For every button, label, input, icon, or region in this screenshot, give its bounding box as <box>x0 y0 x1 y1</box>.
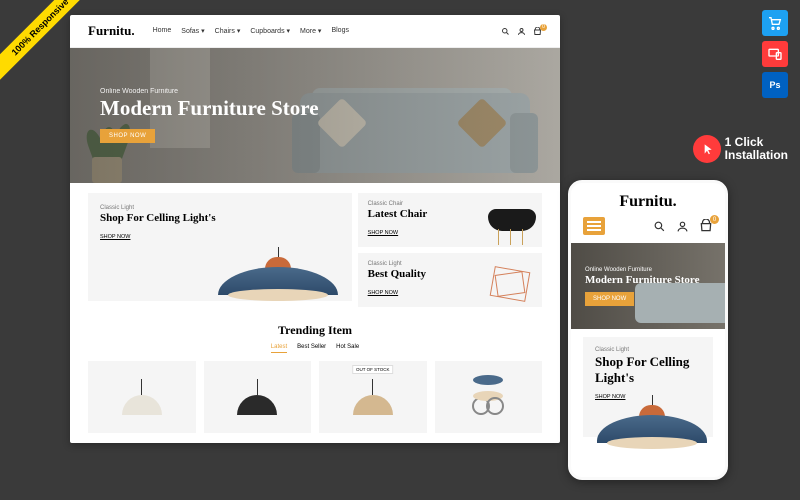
mobile-hero: Online Wooden Furniture Modern Furniture… <box>571 243 725 329</box>
product-card[interactable] <box>88 361 196 433</box>
opencart-icon <box>762 10 788 36</box>
search-icon[interactable] <box>653 220 666 233</box>
promo-title: Shop For Celling Light's <box>100 212 340 225</box>
product-card[interactable] <box>204 361 312 433</box>
promo-small-light[interactable]: Classic Light Best Quality SHOP NOW <box>358 253 542 307</box>
mobile-preview: Furnitu. Online Wooden Furniture Modern … <box>568 180 728 480</box>
cart-icon[interactable] <box>699 219 713 233</box>
product-card[interactable] <box>435 361 543 433</box>
mobile-logo[interactable]: Furnitu. <box>571 183 725 217</box>
install-badge: 1 ClickInstallation <box>693 135 788 163</box>
main-nav: Home Sofas ▾ Chairs ▾ Cupboards ▾ More ▾… <box>153 27 349 35</box>
trending-title: Trending Item <box>88 323 542 338</box>
tab-hotsale[interactable]: Hot Sale <box>336 344 359 353</box>
cart-icon[interactable]: 0 <box>533 27 542 36</box>
promo-small-chair[interactable]: Classic Chair Latest Chair SHOP NOW <box>358 193 542 247</box>
desktop-preview: Furnitu. Home Sofas ▾ Chairs ▾ Cupboards… <box>70 15 560 443</box>
logo[interactable]: Furnitu. <box>88 23 135 39</box>
account-icon[interactable] <box>676 220 689 233</box>
cursor-click-icon <box>693 135 721 163</box>
mobile-toolbar <box>571 217 725 243</box>
geometric-decor-image <box>488 265 532 303</box>
mobile-hero-cta-button[interactable]: SHOP NOW <box>585 292 634 306</box>
nav-home[interactable]: Home <box>153 27 172 35</box>
search-icon[interactable] <box>501 27 510 36</box>
lamp-image <box>218 267 338 295</box>
tab-latest[interactable]: Latest <box>271 344 287 353</box>
nav-sofas[interactable]: Sofas ▾ <box>181 27 204 35</box>
nav-more[interactable]: More ▾ <box>300 27 321 35</box>
mobile-hero-pretitle: Online Wooden Furniture <box>585 267 699 273</box>
lamp-image <box>597 415 707 443</box>
hero-pretitle: Online Wooden Furniture <box>100 88 319 95</box>
responsive-icon <box>762 41 788 67</box>
promo-link[interactable]: SHOP NOW <box>100 234 130 240</box>
promo-large[interactable]: Classic Light Shop For Celling Light's S… <box>88 193 352 301</box>
mobile-promo-large[interactable]: Classic Light Shop For Celling Light's S… <box>583 337 713 437</box>
chair-image <box>488 203 536 245</box>
hamburger-menu-button[interactable] <box>583 217 605 235</box>
tab-bestseller[interactable]: Best Seller <box>297 344 326 353</box>
trending-tabs: Latest Best Seller Hot Sale <box>88 344 542 353</box>
cart-product-image <box>468 375 508 419</box>
product-card[interactable]: OUT OF STOCK <box>319 361 427 433</box>
nav-cupboards[interactable]: Cupboards ▾ <box>250 27 290 35</box>
hero-cta-button[interactable]: SHOP NOW <box>100 129 155 143</box>
mobile-hero-title: Modern Furniture Store <box>585 274 699 286</box>
nav-blogs[interactable]: Blogs <box>331 27 349 35</box>
hero-banner: Online Wooden Furniture Modern Furniture… <box>70 48 560 183</box>
promo-row: Classic Light Shop For Celling Light's S… <box>70 183 560 317</box>
hero-title: Modern Furniture Store <box>100 97 319 120</box>
tech-badges: Ps <box>762 10 788 98</box>
trending-section: Trending Item Latest Best Seller Hot Sal… <box>70 317 560 443</box>
promo-eyebrow: Classic Light <box>100 205 340 211</box>
nav-chairs[interactable]: Chairs ▾ <box>215 27 241 35</box>
psd-icon: Ps <box>762 72 788 98</box>
account-icon[interactable] <box>517 27 526 36</box>
out-of-stock-badge: OUT OF STOCK <box>352 365 394 374</box>
header: Furnitu. Home Sofas ▾ Chairs ▾ Cupboards… <box>70 15 560 48</box>
